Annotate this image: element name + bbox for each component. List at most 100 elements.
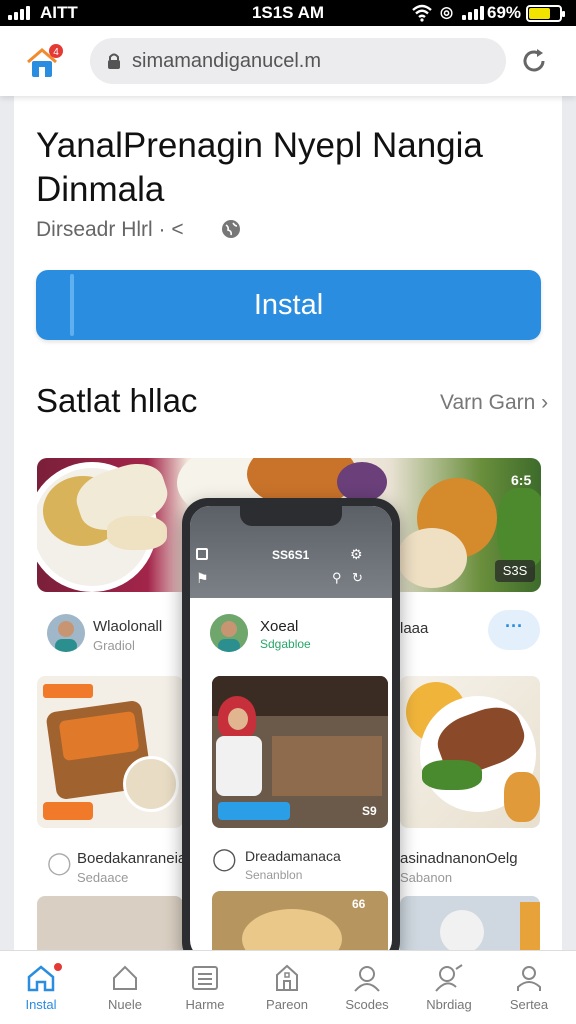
view-all-label: Varn Garn xyxy=(440,391,536,414)
home-icon[interactable]: 4 xyxy=(22,42,66,82)
location-icon: ◎ xyxy=(440,4,454,21)
building-icon xyxy=(276,964,298,991)
phone-notch xyxy=(240,506,342,526)
phone-user-subtitle: Sdgabloe xyxy=(260,637,311,651)
battery-percent: 69% xyxy=(487,3,522,22)
nav-label: Pareon xyxy=(266,997,308,1012)
nav-item-sertea[interactable]: Sertea xyxy=(488,951,570,1024)
cucumber xyxy=(497,488,541,568)
nav-item-harme[interactable]: Harme xyxy=(164,951,246,1024)
dining-room xyxy=(272,736,382,796)
face xyxy=(228,708,248,730)
nav-item-nuele[interactable]: Nuele xyxy=(84,951,166,1024)
nav-label: Nuele xyxy=(108,997,142,1012)
user-icon xyxy=(354,966,380,992)
person-icon xyxy=(517,966,541,991)
notification-dot xyxy=(52,961,64,973)
banner-badge-top: 6:5 xyxy=(511,472,532,488)
bowl xyxy=(397,528,467,588)
reload-icon[interactable] xyxy=(518,45,550,77)
battery-icon xyxy=(526,5,565,22)
status-bar: AITT 1S1S AM ◎ 69% xyxy=(0,0,576,26)
person-body xyxy=(216,736,262,796)
tile-tag xyxy=(43,684,93,698)
globe-icon[interactable] xyxy=(220,218,242,240)
greens xyxy=(422,760,482,790)
phone-bottom-badge: 66 xyxy=(352,897,366,911)
room-tile-left[interactable] xyxy=(37,896,183,956)
nav-item-scodes[interactable]: Scodes xyxy=(326,951,408,1024)
banner-badge: S3S xyxy=(495,560,535,582)
browser-bar: 4 simamandiganucel.m xyxy=(0,26,576,96)
phone-search-icon: ⚲ xyxy=(332,570,342,585)
phone-mockup: SS6S1 ⚙ ⚑ ⚲ ↻ Xoeal Sdgabloe S9 ◯ Dreada… xyxy=(182,498,400,968)
right-post-row[interactable]: asinadnanonOelg Sabanon xyxy=(400,838,542,898)
url-bar[interactable]: simamandiganucel.m xyxy=(90,38,506,84)
profile-name: Wlaolonall xyxy=(93,618,163,635)
photo-chip xyxy=(218,802,290,820)
user-search-icon xyxy=(435,964,463,992)
nav-label: Scodes xyxy=(345,997,389,1012)
phone-post-subtitle: Senanblon xyxy=(245,868,303,882)
user-icon: ◯ xyxy=(47,850,72,875)
nav-label: Harme xyxy=(185,997,225,1012)
phone-status-text: SS6S1 xyxy=(272,548,310,562)
wrap-dish-2 xyxy=(107,516,167,550)
food-edge xyxy=(520,902,540,956)
left-post-row[interactable]: ◯ Boedakanraneia Sedaace xyxy=(37,838,197,898)
phone-user-name: Xoeal xyxy=(260,618,299,635)
profile-name-right: laaa xyxy=(400,620,429,637)
phone-pin-icon: ⚑ xyxy=(196,570,209,586)
right-profile-row[interactable]: laaa ··· xyxy=(400,604,542,664)
app-title: YanalPrenagin Nyepl Nangia Dinmala xyxy=(36,126,483,209)
post-subtitle: Sedaace xyxy=(77,870,129,885)
post-name-right: asinadnanonOelg xyxy=(400,850,518,867)
cell-signal-icon xyxy=(462,6,484,20)
lock-icon xyxy=(108,53,120,69)
nav-item-nbrdiag[interactable]: Nbrdiag xyxy=(408,951,490,1024)
view-all-link[interactable]: Varn Garn › xyxy=(440,391,548,415)
food-tile-left[interactable] xyxy=(37,676,183,828)
nav-label: Instal xyxy=(25,997,57,1012)
install-label: Instal xyxy=(253,289,324,321)
phone-screen: SS6S1 ⚙ ⚑ ⚲ ↻ Xoeal Sdgabloe S9 ◯ Dreada… xyxy=(190,506,392,960)
phone-settings-icon: ⚙ xyxy=(350,546,363,562)
user-icon: ◯ xyxy=(212,846,237,871)
install-button[interactable]: Instal xyxy=(36,270,541,340)
left-profile-row[interactable]: Wlaolonall Gradiol xyxy=(37,604,197,664)
phone-menu-icon xyxy=(196,548,208,560)
hijab-person xyxy=(440,910,484,954)
home-badge: 4 xyxy=(53,47,59,58)
url-text[interactable]: simamandiganucel.m xyxy=(132,50,321,73)
avatar xyxy=(47,614,85,652)
restaurant-photo[interactable]: S9 xyxy=(212,676,388,828)
person-tile-right[interactable] xyxy=(400,896,540,956)
nav-item-install[interactable]: Instal xyxy=(0,951,82,1024)
more-icon[interactable]: ··· xyxy=(488,610,540,650)
post-name: Boedakanraneia xyxy=(77,850,187,867)
developer-name[interactable]: Dirseadr Hlrl · < xyxy=(36,218,184,242)
photo-badge: S9 xyxy=(362,804,377,818)
section-title: Satlat hllac xyxy=(36,382,198,419)
profile-subtitle: Gradiol xyxy=(93,638,135,653)
bottom-nav: Instal Nuele Harme Pareon Scodes Nbrdiag… xyxy=(0,950,576,1024)
food-tile-right[interactable] xyxy=(400,676,540,828)
battery-level xyxy=(529,8,550,19)
button-highlight xyxy=(70,274,74,336)
share-icon[interactable]: < xyxy=(166,218,183,241)
phone-avatar xyxy=(210,614,248,652)
tag-icon xyxy=(113,965,137,990)
grain-bowl xyxy=(123,756,179,812)
phone-refresh-icon: ↻ xyxy=(352,570,363,585)
store-page: YanalPrenagin Nyepl Nangia Dinmala Dirse… xyxy=(14,96,562,968)
nav-item-pareon[interactable]: Pareon xyxy=(246,951,328,1024)
tile-tag-bottom xyxy=(43,802,93,820)
screen: AITT 1S1S AM ◎ 69% 4 simamandiganucel.m … xyxy=(0,0,576,1024)
post-subtitle-right: Sabanon xyxy=(400,870,453,885)
fries xyxy=(504,772,540,822)
wifi-icon xyxy=(412,4,432,22)
list-icon xyxy=(192,966,218,990)
phone-post-name: Dreadamanaca xyxy=(245,848,341,864)
nav-label: Sertea xyxy=(509,997,549,1012)
nav-label: Nbrdiag xyxy=(426,997,472,1012)
